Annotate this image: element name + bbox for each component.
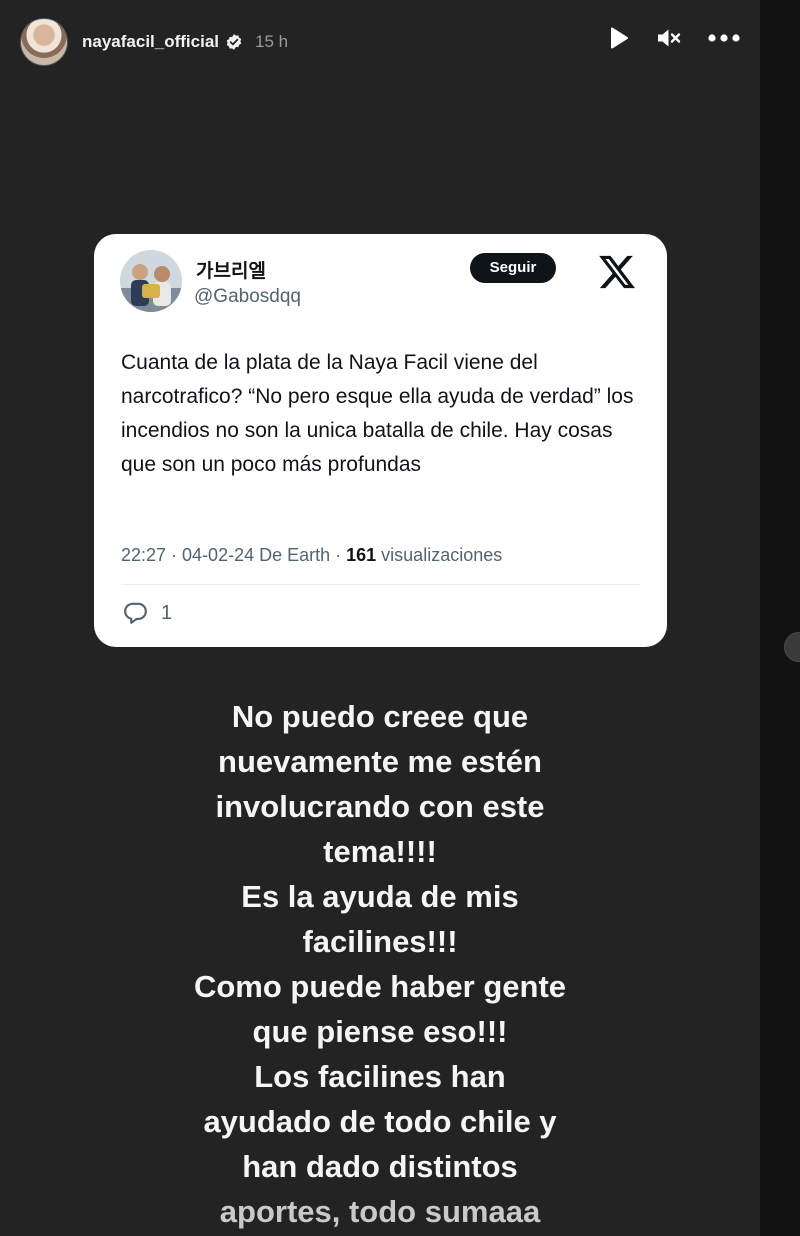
- caption-line: tema!!!!: [323, 834, 437, 869]
- caption-line: ayudado de todo chile y: [203, 1104, 557, 1139]
- post-time: 15 h: [255, 32, 289, 51]
- caption-line: aportes, todo sumaaa: [219, 1194, 541, 1229]
- tweet-avatar[interactable]: [120, 250, 182, 312]
- caption-line: involucrando con este: [215, 789, 545, 824]
- x-logo-icon: [599, 255, 635, 289]
- play-icon[interactable]: [608, 26, 630, 50]
- more-horizontal-icon[interactable]: [708, 33, 740, 43]
- views-label: visualizaciones: [376, 545, 503, 565]
- story-viewer: nayafacil_official 15 h 가브리엘 @Gabosdqq S…: [0, 0, 800, 1236]
- reply-bubble-icon[interactable]: [121, 600, 149, 626]
- caption-line: han dado distintos: [242, 1149, 518, 1184]
- caption-line: nuevamente me estén: [218, 744, 542, 779]
- tweet-card[interactable]: 가브리엘 @Gabosdqq Seguir Cuanta de la plata…: [94, 234, 667, 647]
- divider: [121, 584, 640, 585]
- story-header: nayafacil_official 15 h: [20, 18, 740, 66]
- caption-line: facilines!!!: [302, 924, 458, 959]
- follow-button[interactable]: Seguir: [470, 253, 556, 283]
- avatar[interactable]: [20, 18, 68, 66]
- reply-action[interactable]: 1: [121, 600, 172, 626]
- reply-count: 1: [161, 601, 173, 624]
- muted-speaker-icon[interactable]: [656, 26, 682, 50]
- tweet-handle[interactable]: @Gabosdqq: [194, 286, 301, 308]
- verified-badge-icon: [226, 34, 242, 50]
- caption-line: que piense eso!!!: [252, 1014, 508, 1049]
- tweet-timestamp[interactable]: 22:27 · 04-02-24 De Earth ·: [121, 545, 346, 565]
- story-caption: No puedo creee que nuevamente me estén i…: [120, 694, 640, 1234]
- views-count: 161: [346, 545, 377, 565]
- username[interactable]: nayafacil_official: [82, 32, 219, 52]
- tweet-avatar-photo: [120, 250, 182, 312]
- caption-line: Como puede haber gente: [193, 969, 567, 1004]
- caption-line: No puedo creee que: [231, 699, 529, 734]
- tweet-text: Cuanta de la plata de la Naya Facil vien…: [121, 351, 634, 476]
- tweet-display-name[interactable]: 가브리엘: [196, 256, 266, 283]
- tweet-meta: 22:27 · 04-02-24 De Earth · 161 visualiz…: [121, 545, 502, 566]
- story-controls: [608, 26, 740, 50]
- caption-line: Es la ayuda de mis: [241, 879, 519, 914]
- side-background: [760, 0, 800, 1236]
- caption-line: Los facilines han: [254, 1059, 506, 1094]
- story-frame[interactable]: nayafacil_official 15 h 가브리엘 @Gabosdqq S…: [0, 0, 760, 1236]
